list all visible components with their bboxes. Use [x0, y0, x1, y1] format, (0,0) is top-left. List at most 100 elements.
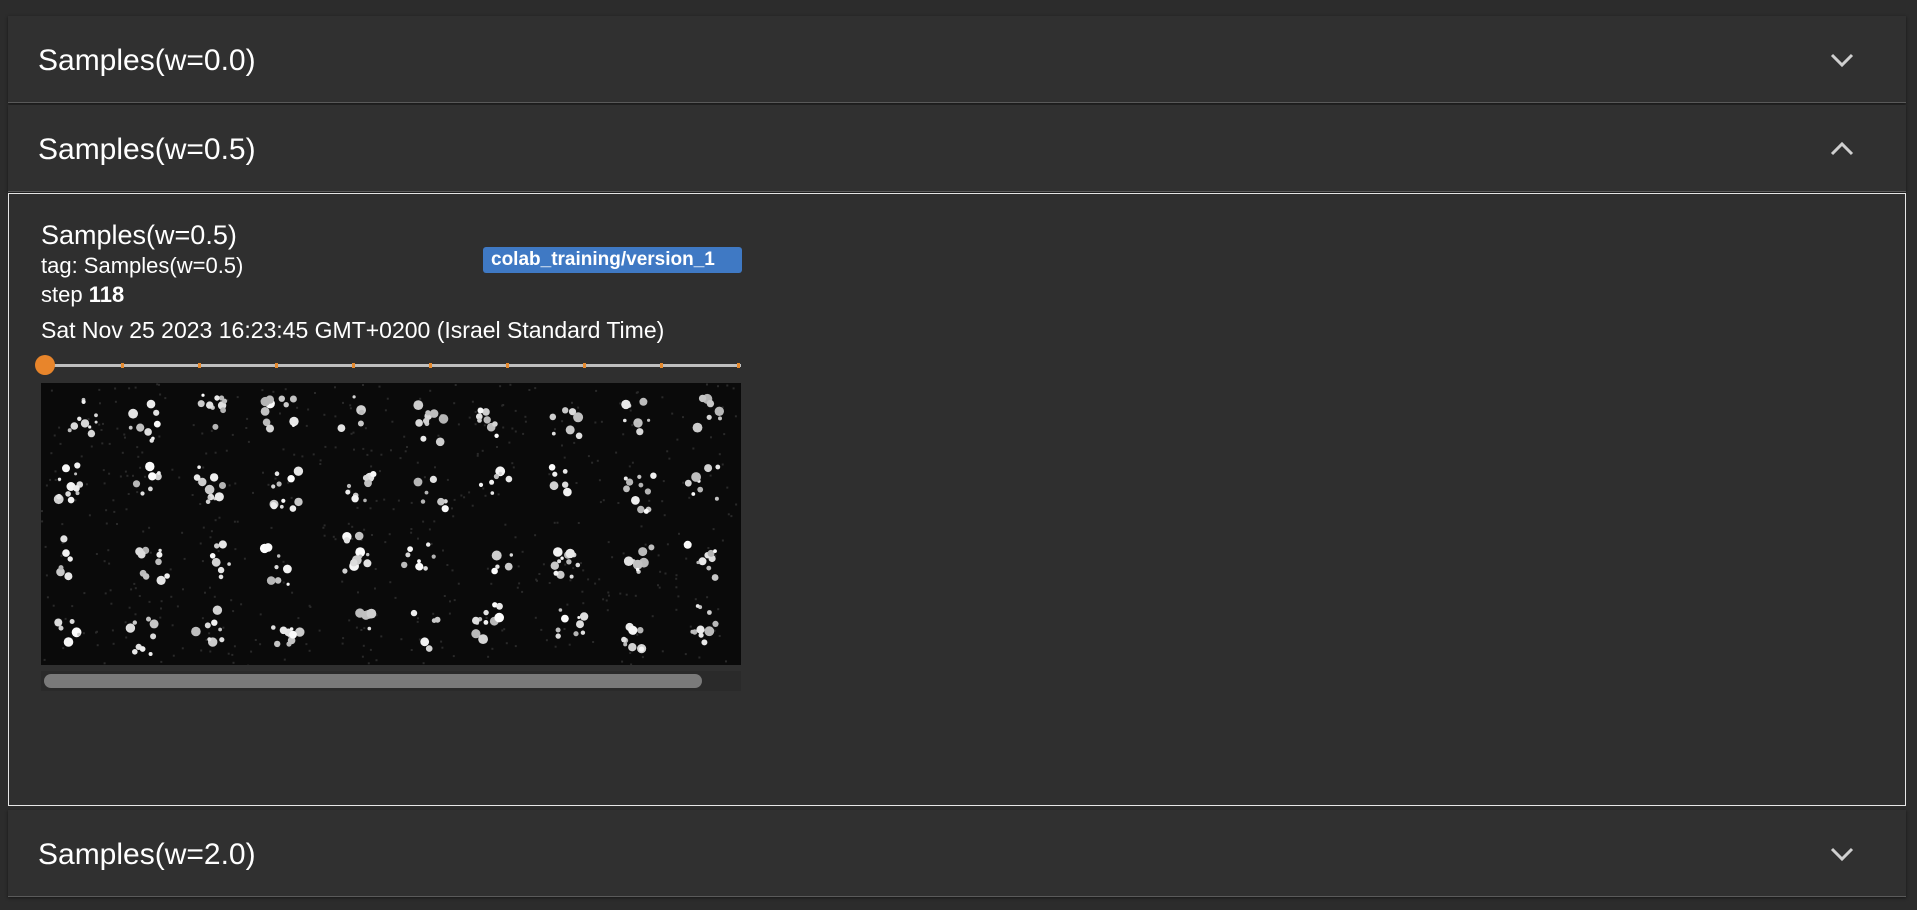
- slider-track[interactable]: [47, 364, 741, 367]
- sample-blob: [431, 554, 436, 559]
- pane-header-samples-w2[interactable]: Samples(w=2.0): [8, 810, 1906, 897]
- noise-pixel: [45, 574, 48, 577]
- noise-pixel: [124, 436, 126, 439]
- noise-pixel: [596, 459, 599, 462]
- slider-thumb[interactable]: [35, 355, 55, 375]
- sample-blob: [415, 562, 424, 571]
- noise-pixel: [595, 389, 598, 392]
- noise-pixel: [252, 491, 254, 494]
- sample-blob: [362, 474, 369, 481]
- noise-pixel: [535, 578, 538, 581]
- noise-pixel: [463, 496, 466, 499]
- sample-blob: [437, 497, 445, 506]
- noise-pixel: [319, 459, 322, 462]
- sample-blob: [126, 624, 135, 632]
- sample-blob: [477, 407, 484, 414]
- sample-blob: [423, 417, 430, 424]
- noise-pixel: [496, 446, 498, 448]
- noise-pixel: [103, 662, 106, 665]
- noise-pixel: [259, 643, 262, 646]
- noise-pixel: [599, 501, 602, 504]
- sample-blob: [472, 616, 480, 625]
- slider-tick: [583, 363, 586, 368]
- sample-blob: [701, 639, 708, 646]
- noise-pixel: [191, 494, 194, 496]
- pane-header-samples-w0[interactable]: Samples(w=0.0): [8, 16, 1906, 103]
- chevron-down-icon[interactable]: [1828, 840, 1856, 868]
- sample-blob: [407, 546, 413, 552]
- sample-blob: [713, 549, 717, 553]
- noise-pixel: [110, 602, 113, 605]
- noise-pixel: [222, 626, 225, 629]
- sample-blob: [579, 612, 589, 621]
- noise-pixel: [619, 402, 622, 405]
- noise-pixel: [406, 446, 408, 448]
- noise-pixel: [443, 595, 446, 597]
- sample-blob: [573, 412, 584, 423]
- sample-blob: [413, 400, 424, 410]
- noise-pixel: [694, 598, 697, 601]
- noise-pixel: [334, 446, 337, 449]
- noise-pixel: [367, 662, 370, 665]
- sample-blob: [289, 505, 297, 512]
- noise-pixel: [105, 509, 108, 512]
- sample-blob: [74, 462, 81, 469]
- noise-pixel: [657, 584, 659, 587]
- noise-pixel: [267, 483, 270, 486]
- sample-blob: [128, 408, 138, 419]
- noise-pixel: [169, 568, 172, 571]
- sample-blob: [639, 646, 645, 652]
- noise-pixel: [563, 456, 566, 459]
- noise-pixel: [501, 629, 504, 632]
- sample-blob: [144, 428, 152, 436]
- sample-blob: [553, 547, 563, 557]
- chevron-up-icon[interactable]: [1828, 135, 1856, 163]
- noise-pixel: [504, 523, 507, 526]
- noise-pixel: [397, 499, 400, 502]
- noise-pixel: [282, 581, 285, 584]
- noise-pixel: [416, 620, 419, 623]
- step-slider[interactable]: [35, 355, 741, 375]
- sample-blob: [623, 485, 630, 493]
- sample-blob: [626, 478, 634, 486]
- pane-header-samples-w05[interactable]: Samples(w=0.5): [8, 105, 1906, 192]
- noise-pixel: [587, 578, 590, 581]
- noise-pixel: [678, 532, 680, 535]
- sample-blob: [146, 399, 156, 409]
- sample-blob: [207, 637, 212, 642]
- noise-pixel: [598, 479, 601, 482]
- noise-pixel: [511, 427, 514, 430]
- sample-blob: [218, 540, 227, 549]
- sample-blob: [148, 486, 153, 492]
- noise-pixel: [181, 531, 184, 534]
- horizontal-scrollbar[interactable]: [41, 671, 741, 691]
- noise-pixel: [323, 413, 326, 416]
- noise-pixel: [423, 476, 426, 479]
- slider-tick: [121, 363, 124, 368]
- noise-pixel: [134, 613, 137, 616]
- noise-pixel: [718, 453, 721, 456]
- noise-pixel: [107, 549, 110, 552]
- noise-pixel: [659, 570, 662, 573]
- sample-blob: [573, 631, 579, 637]
- chevron-down-icon[interactable]: [1828, 46, 1856, 74]
- sample-blob: [696, 625, 705, 634]
- noise-pixel: [232, 661, 235, 664]
- sample-blob: [346, 483, 352, 489]
- scrollbar-thumb[interactable]: [44, 674, 702, 688]
- sample-blob: [270, 502, 278, 510]
- sample-blob: [156, 551, 163, 558]
- noise-pixel: [209, 536, 212, 539]
- noise-pixel: [87, 418, 90, 421]
- noise-pixel: [141, 451, 144, 454]
- noise-pixel: [640, 525, 643, 528]
- sample-blob: [289, 395, 297, 403]
- noise-pixel: [671, 412, 674, 415]
- noise-pixel: [134, 587, 137, 590]
- noise-pixel: [516, 586, 519, 589]
- noise-pixel: [440, 640, 443, 643]
- noise-pixel: [116, 427, 119, 430]
- sample-blob: [482, 408, 490, 416]
- noise-pixel: [88, 514, 91, 517]
- noise-pixel: [548, 473, 551, 476]
